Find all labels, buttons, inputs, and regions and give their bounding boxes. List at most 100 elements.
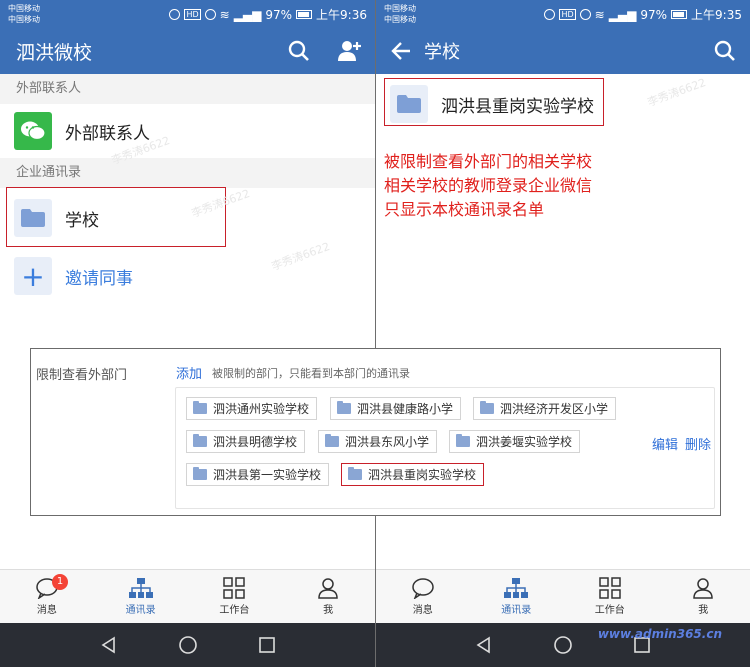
home-nav-icon[interactable] [553, 635, 573, 655]
external-contacts-label: 外部联系人 [65, 123, 150, 144]
page-title: 学校 [424, 42, 460, 63]
tab-label: 工作台 [594, 605, 625, 616]
tab-me[interactable]: 我 [657, 570, 750, 623]
restriction-label: 限制查看外部门 [36, 368, 128, 383]
edit-link[interactable]: 编辑 [652, 434, 678, 453]
wifi-icon: ≋ [219, 7, 230, 22]
department-chip[interactable]: 泗洪通州实验学校 [186, 397, 318, 420]
restriction-hint: 被限制的部门，只能看到本部门的通讯录 [212, 367, 410, 380]
tab-me[interactable]: 我 [281, 570, 375, 623]
status-time: 上午9:35 [691, 8, 742, 22]
department-list-box: 泗洪通州实验学校 泗洪县健康路小学 泗洪经济开发区小学 泗洪县明德学校 泗洪县东… [175, 387, 715, 509]
folder-icon [325, 434, 339, 447]
hd-icon: HD [184, 9, 201, 20]
battery-icon [296, 10, 313, 19]
wifi-icon: ≋ [594, 7, 605, 22]
department-chip-highlighted[interactable]: 泗洪县重岗实验学校 [341, 463, 485, 486]
grid-icon [599, 577, 621, 599]
department-chip[interactable]: 泗洪县明德学校 [186, 430, 306, 453]
left-phone-screen: 中国移动 中国移动 HD ≋ ▂▄▆ 97% 上午9:36 泗洪微校 外部联系人 [0, 0, 375, 667]
highlight-box-school [384, 78, 604, 126]
carrier-label: 中国移动 中国移动 [8, 3, 40, 25]
app-header: 学校 [376, 28, 750, 74]
tab-label: 工作台 [219, 605, 250, 616]
tab-contacts[interactable]: 通讯录 [470, 570, 564, 623]
section-header-external: 外部联系人 [0, 74, 375, 104]
department-name: 泗洪县重岗实验学校 [368, 468, 477, 482]
hd-icon: HD [559, 9, 576, 20]
department-name: 泗洪通州实验学校 [213, 402, 310, 416]
delete-link[interactable]: 删除 [685, 434, 711, 453]
department-name: 泗洪县明德学校 [213, 435, 298, 449]
note-line: 只显示本校通讯录名单 [384, 200, 545, 219]
home-nav-icon[interactable] [178, 635, 198, 655]
tab-label: 消息 [36, 605, 57, 616]
external-contacts-item[interactable]: 外部联系人 [0, 104, 375, 158]
status-indicators: HD ≋ ▂▄▆ 97% 上午9:35 [544, 6, 742, 23]
status-bar: 中国移动 中国移动 HD ≋ ▂▄▆ 97% 上午9:35 [376, 0, 750, 28]
tab-label: 通讯录 [501, 605, 532, 616]
folder-icon [480, 401, 494, 414]
grid-icon [223, 577, 246, 599]
annotation-note: 被限制查看外部门的相关学校 相关学校的教师登录企业微信 只显示本校通讯录名单 [384, 150, 592, 222]
person-icon [693, 578, 714, 599]
search-icon[interactable] [712, 38, 738, 64]
department-chip[interactable]: 泗洪县第一实验学校 [186, 463, 330, 486]
eye-icon [579, 9, 591, 20]
department-chip[interactable]: 泗洪县东风小学 [318, 430, 438, 453]
site-watermark-logo: www.admin365.cn [597, 627, 722, 641]
app-title: 泗洪微校 [16, 41, 93, 64]
back-nav-icon[interactable] [475, 636, 493, 654]
add-member-icon[interactable] [336, 38, 362, 64]
battery-icon [671, 10, 688, 19]
tab-workbench[interactable]: 工作台 [188, 570, 282, 623]
org-chart-icon [128, 578, 153, 598]
status-bar: 中国移动 中国移动 HD ≋ ▂▄▆ 97% 上午9:36 [0, 0, 375, 28]
note-line: 被限制查看外部门的相关学校 [384, 152, 593, 171]
add-link[interactable]: 添加 [176, 363, 202, 382]
eye-icon [204, 9, 216, 20]
recents-nav-icon[interactable] [258, 636, 276, 654]
alarm-icon [544, 9, 556, 20]
carrier-2: 中国移动 [8, 15, 40, 24]
tab-contacts[interactable]: 通讯录 [94, 570, 188, 623]
unread-badge: 1 [52, 574, 68, 590]
right-phone-screen: 中国移动 中国移动 HD ≋ ▂▄▆ 97% 上午9:35 学校 泗洪县重岗实验… [375, 0, 750, 667]
folder-icon [193, 401, 207, 414]
department-name: 泗洪县健康路小学 [357, 402, 454, 416]
department-name: 泗洪县第一实验学校 [213, 468, 322, 482]
battery-percent: 97% [640, 7, 668, 22]
folder-icon [193, 434, 207, 447]
department-chip[interactable]: 泗洪经济开发区小学 [473, 397, 617, 420]
status-indicators: HD ≋ ▂▄▆ 97% 上午9:36 [169, 6, 367, 23]
folder-icon [337, 401, 351, 414]
search-icon[interactable] [286, 38, 312, 64]
person-icon [318, 578, 338, 599]
carrier-2: 中国移动 [384, 15, 416, 24]
tab-messages[interactable]: 消息 [376, 570, 470, 623]
system-nav-bar [0, 623, 375, 667]
carrier-label: 中国移动 中国移动 [384, 3, 416, 25]
back-arrow-icon[interactable] [390, 40, 412, 62]
tab-label: 我 [698, 605, 709, 616]
tab-messages[interactable]: 消息 1 [0, 570, 94, 623]
department-chip[interactable]: 泗洪姜堰实验学校 [449, 430, 581, 453]
org-chart-icon [504, 578, 529, 598]
bottom-tab-bar: 消息 1 通讯录 工作台 我 [0, 569, 375, 623]
department-chip[interactable]: 泗洪县健康路小学 [330, 397, 462, 420]
tab-label: 通讯录 [125, 605, 156, 616]
section-header-directory: 企业通讯录 [0, 158, 375, 188]
folder-icon [193, 467, 207, 480]
signal-icon: ▂▄▆ [608, 7, 637, 22]
restriction-settings-panel: 限制查看外部门 添加 被限制的部门，只能看到本部门的通讯录 泗洪通州实验学校 泗… [30, 348, 721, 516]
status-time: 上午9:36 [316, 8, 367, 22]
department-name: 泗洪姜堰实验学校 [476, 435, 573, 449]
tab-label: 消息 [412, 605, 433, 616]
tab-workbench[interactable]: 工作台 [563, 570, 657, 623]
department-name: 泗洪县东风小学 [345, 435, 430, 449]
app-header: 泗洪微校 [0, 28, 375, 74]
tab-label: 我 [323, 605, 334, 616]
plus-icon: + [14, 257, 52, 295]
back-nav-icon[interactable] [100, 636, 118, 654]
bottom-tab-bar: 消息 通讯录 工作台 我 [376, 569, 750, 623]
